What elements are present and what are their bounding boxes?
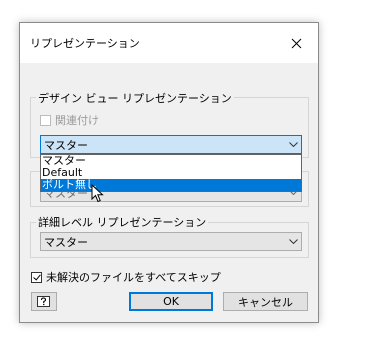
- design-view-combo-value: マスター: [44, 138, 88, 152]
- dialog-title: リプレゼンテーション: [30, 37, 140, 50]
- close-button[interactable]: [274, 23, 318, 63]
- cancel-button[interactable]: キャンセル: [223, 292, 308, 311]
- representations-dialog: リプレゼンテーション デザイン ビュー リプレゼンテーション 関連付け マスター…: [19, 22, 319, 323]
- skip-unresolved-label: 未解決のファイルをすべてスキップ: [46, 271, 221, 284]
- associative-checkbox-label: 関連付け: [55, 114, 99, 127]
- skip-unresolved-row: 未解決のファイルをすべてスキップ: [31, 269, 221, 285]
- design-view-dropdown-list: マスター Default ボルト無し: [40, 154, 302, 192]
- dropdown-option-no-bolts[interactable]: ボルト無し: [41, 179, 301, 191]
- chevron-down-icon[interactable]: [285, 136, 301, 153]
- lod-combo[interactable]: マスター: [40, 232, 302, 251]
- help-button[interactable]: [31, 292, 57, 311]
- lod-group-label: 詳細レベル リプレゼンテーション: [36, 214, 209, 230]
- title-bar[interactable]: リプレゼンテーション: [20, 23, 318, 63]
- skip-unresolved-checkbox[interactable]: [31, 271, 42, 283]
- ok-button[interactable]: OK: [129, 292, 213, 311]
- help-icon: [37, 295, 50, 307]
- design-view-group-label: デザイン ビュー リプレゼンテーション: [36, 90, 234, 106]
- close-icon: [291, 38, 301, 48]
- design-view-combo[interactable]: マスター: [40, 135, 302, 154]
- lod-combo-value: マスター: [44, 235, 88, 249]
- associative-checkbox[interactable]: [40, 114, 51, 126]
- associative-checkbox-row: 関連付け: [40, 112, 99, 128]
- mouse-pointer-icon: [91, 184, 104, 203]
- chevron-down-icon[interactable]: [285, 233, 301, 250]
